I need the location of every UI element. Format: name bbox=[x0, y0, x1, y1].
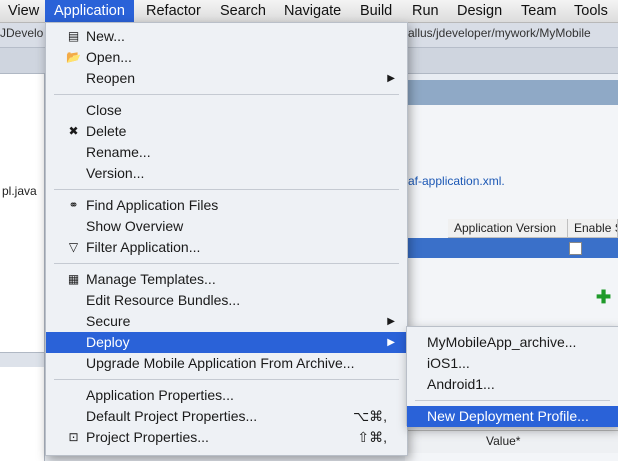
menu-item-label: Delete bbox=[86, 123, 127, 139]
menu-item-label: Show Overview bbox=[86, 218, 184, 234]
menu-item-label: Open... bbox=[86, 49, 132, 65]
menu-item-label: Manage Templates... bbox=[86, 271, 216, 287]
menu-item-label: Deploy bbox=[86, 334, 130, 350]
submenu-arrow-icon: ▶ bbox=[387, 337, 395, 348]
menu-item-secure[interactable]: Secure ▶ bbox=[46, 311, 407, 332]
add-icon[interactable]: ✚ bbox=[596, 288, 611, 306]
menu-application[interactable]: Application bbox=[45, 0, 134, 22]
menu-item-reopen[interactable]: Reopen ▶ bbox=[46, 68, 407, 89]
application-menu: ▤ New... 📂 Open... Reopen ▶ Close ✖ Delete Rename… bbox=[45, 22, 408, 456]
menu-item-upgrade-mobile-application-from-archive[interactable]: Upgrade Mobile Application From Archive.… bbox=[46, 353, 407, 374]
horizontal-scrollbar[interactable] bbox=[0, 352, 44, 367]
menu-separator bbox=[54, 189, 399, 190]
project-properties-icon: ⊡ bbox=[68, 430, 79, 444]
menu-item-label: Secure bbox=[86, 313, 131, 329]
menu-run[interactable]: Run bbox=[412, 0, 439, 22]
menu-item-default-project-properties[interactable]: Default Project Properties... ⌥⌘, bbox=[46, 406, 407, 427]
menu-item-find-application-files[interactable]: ⚭ Find Application Files bbox=[46, 195, 407, 216]
menu-item-label: Application Properties... bbox=[86, 387, 234, 403]
menu-search[interactable]: Search bbox=[220, 0, 266, 22]
menu-tools[interactable]: Tools bbox=[574, 0, 608, 22]
menu-item-label: Android1... bbox=[427, 376, 495, 392]
window-title: JDevelo bbox=[0, 26, 44, 40]
navigator-file[interactable]: pl.java bbox=[2, 184, 37, 198]
submenu-arrow-icon: ▶ bbox=[387, 316, 395, 327]
editor-link[interactable]: af-application.xml. bbox=[408, 174, 505, 188]
menu-item-label: Edit Resource Bundles... bbox=[86, 292, 241, 308]
menu-item-label: MyMobileApp_archive... bbox=[427, 334, 577, 350]
menu-item-mymobileapp-archive[interactable]: MyMobileApp_archive... bbox=[407, 332, 618, 353]
menu-item-label: Project Properties... bbox=[86, 429, 209, 445]
menu-item-show-overview[interactable]: Show Overview bbox=[46, 216, 407, 237]
column-application-version[interactable]: Application Version bbox=[448, 219, 568, 238]
menu-separator bbox=[54, 94, 399, 95]
menu-view[interactable]: View bbox=[4, 0, 43, 22]
binoculars-icon: ⚭ bbox=[68, 198, 79, 212]
menu-item-ios1[interactable]: iOS1... bbox=[407, 353, 618, 374]
menu-item-label: Filter Application... bbox=[86, 239, 201, 255]
deploy-submenu: MyMobileApp_archive... iOS1... Android1...… bbox=[406, 326, 618, 427]
column-value[interactable]: Value* bbox=[486, 434, 520, 448]
menu-separator bbox=[54, 263, 399, 264]
menu-item-project-properties[interactable]: ⊡ Project Properties... ⇧⌘, bbox=[46, 427, 407, 448]
menu-separator bbox=[54, 379, 399, 380]
templates-icon: ▦ bbox=[67, 272, 80, 286]
menu-item-label: New... bbox=[86, 28, 125, 44]
window-path: allus/jdeveloper/mywork/MyMobile bbox=[408, 26, 591, 40]
column-enable[interactable]: Enable S bbox=[568, 219, 618, 238]
menu-item-open[interactable]: 📂 Open... bbox=[46, 47, 407, 68]
menu-item-label: iOS1... bbox=[427, 355, 470, 371]
delete-icon: ✖ bbox=[68, 124, 79, 138]
new-icon: ▤ bbox=[67, 29, 80, 43]
menu-item-version[interactable]: Version... bbox=[46, 163, 407, 184]
menu-item-rename[interactable]: Rename... bbox=[46, 142, 407, 163]
menu-item-manage-templates[interactable]: ▦ Manage Templates... bbox=[46, 269, 407, 290]
menu-item-label: Close bbox=[86, 102, 122, 118]
menu-item-deploy[interactable]: Deploy ▶ bbox=[46, 332, 407, 353]
enable-checkbox[interactable] bbox=[569, 242, 582, 255]
menu-item-label: Reopen bbox=[86, 70, 136, 86]
filter-icon: ▽ bbox=[68, 240, 79, 254]
menu-refactor[interactable]: Refactor bbox=[146, 0, 201, 22]
menu-bar: View Application Refactor Search Navigat… bbox=[0, 0, 618, 23]
menu-item-delete[interactable]: ✖ Delete bbox=[46, 121, 407, 142]
navigator-panel bbox=[0, 74, 45, 461]
menu-team[interactable]: Team bbox=[521, 0, 556, 22]
menu-item-label: Upgrade Mobile Application From Archive.… bbox=[86, 355, 355, 371]
menu-shortcut: ⇧⌘, bbox=[357, 429, 387, 445]
menu-item-new[interactable]: ▤ New... bbox=[46, 26, 407, 47]
menu-item-android1[interactable]: Android1... bbox=[407, 374, 618, 395]
submenu-arrow-icon: ▶ bbox=[387, 73, 395, 84]
menu-item-label: Find Application Files bbox=[86, 197, 219, 213]
table-row[interactable] bbox=[405, 238, 618, 258]
menu-navigate[interactable]: Navigate bbox=[284, 0, 341, 22]
menu-item-edit-resource-bundles[interactable]: Edit Resource Bundles... bbox=[46, 290, 407, 311]
menu-item-new-deployment-profile[interactable]: New Deployment Profile... bbox=[407, 406, 618, 427]
menu-design[interactable]: Design bbox=[457, 0, 502, 22]
editor-header bbox=[405, 80, 618, 105]
folder-icon: 📂 bbox=[66, 50, 81, 64]
menu-item-label: New Deployment Profile... bbox=[427, 408, 589, 424]
menu-item-close[interactable]: Close bbox=[46, 100, 407, 121]
menu-separator bbox=[415, 400, 610, 401]
menu-item-filter-application[interactable]: ▽ Filter Application... bbox=[46, 237, 407, 258]
menu-shortcut: ⌥⌘, bbox=[352, 408, 387, 424]
menu-build[interactable]: Build bbox=[360, 0, 392, 22]
menu-item-label: Rename... bbox=[86, 144, 151, 160]
menu-item-label: Version... bbox=[86, 165, 145, 181]
menu-item-application-properties[interactable]: Application Properties... bbox=[46, 385, 407, 406]
menu-item-label: Default Project Properties... bbox=[86, 408, 258, 424]
